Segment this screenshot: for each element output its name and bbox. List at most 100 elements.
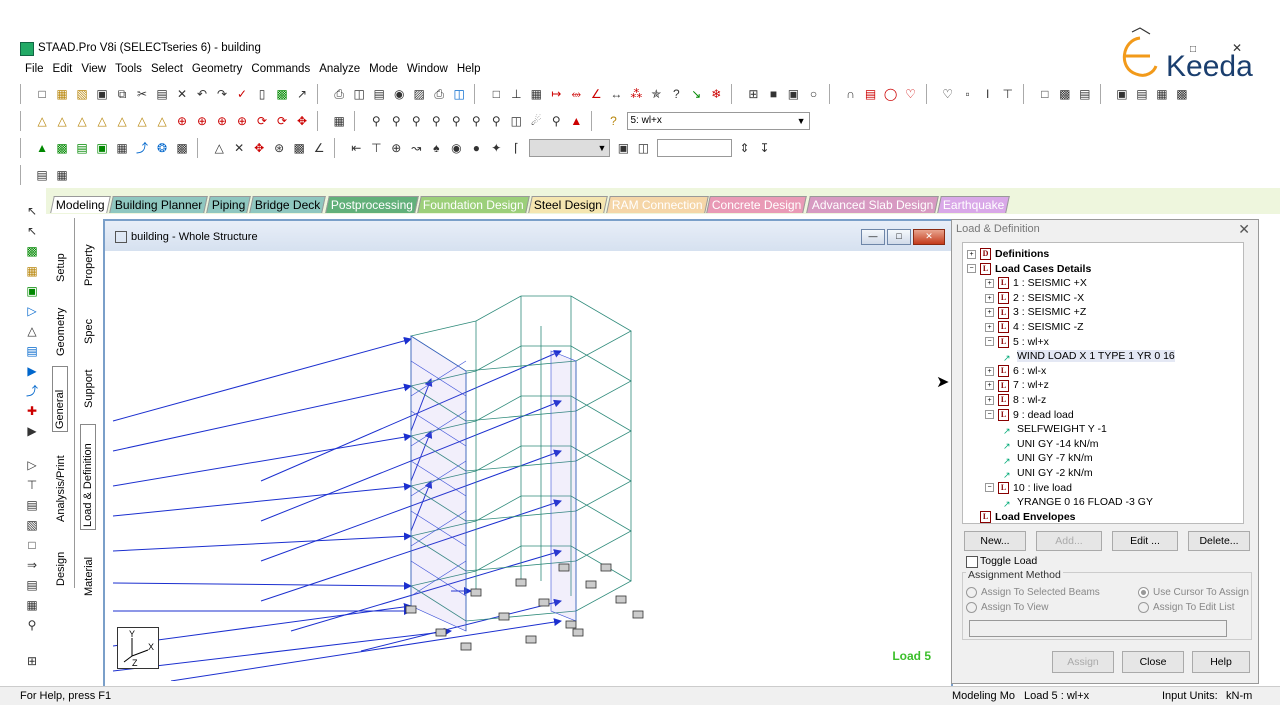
toolbar-grip[interactable] [1099, 84, 1105, 104]
toolbar-grip[interactable] [20, 138, 25, 158]
view-back-icon[interactable]: △ [54, 113, 70, 129]
mode-tab-postprocessing[interactable]: Postprocessing [325, 196, 419, 213]
print-icon[interactable]: ⎙ [331, 86, 347, 102]
printer2-icon[interactable]: ⎙ [431, 86, 447, 102]
window-icon[interactable]: □ [1037, 86, 1053, 102]
expand-icon[interactable]: + [967, 249, 976, 259]
tool-m-icon[interactable]: ▧ [23, 516, 41, 534]
label-icon[interactable]: ⁂ [628, 86, 644, 102]
tab-spec[interactable]: Spec [83, 304, 95, 344]
translational-repeat-icon[interactable]: ⤴ [134, 140, 150, 156]
tool-f-icon[interactable]: ◉ [448, 140, 464, 156]
ring-icon[interactable]: ◯ [883, 86, 899, 102]
mode-tab-ram-connection[interactable]: RAM Connection [605, 196, 709, 213]
menu-window[interactable]: Window [402, 60, 452, 78]
label-2-icon[interactable]: ❄ [708, 86, 724, 102]
tree-node[interactable]: L Load Envelopes [967, 510, 1076, 524]
toolbar-grip[interactable] [354, 111, 360, 131]
query-box-icon[interactable]: ◫ [635, 140, 651, 156]
zoom-prev-icon[interactable]: ⚲ [448, 113, 464, 129]
toolbar-grip[interactable] [317, 111, 323, 131]
undo-icon[interactable]: ↶ [194, 86, 210, 102]
tool-r-icon[interactable]: ⚲ [23, 616, 41, 634]
ibeam-icon[interactable]: I [980, 86, 996, 102]
solids-cursor-icon[interactable]: ▷ [23, 302, 41, 320]
heart-icon[interactable]: ♡ [903, 86, 919, 102]
view-bottom-icon[interactable]: △ [134, 113, 150, 129]
radio-assign-view[interactable]: Assign To View [966, 602, 1048, 613]
save-icon[interactable]: ▣ [94, 86, 110, 102]
mode-tab-bridge-deck[interactable]: Bridge Deck [249, 196, 327, 213]
toolbar-grip[interactable] [828, 84, 834, 104]
dims-icon[interactable]: ⊥ [508, 86, 524, 102]
fit-icon[interactable]: ▫ [960, 86, 976, 102]
geometry-cursor-icon[interactable]: ▤ [23, 342, 41, 360]
panel-close-icon[interactable]: ✕ [1238, 221, 1250, 238]
minimize-icon[interactable]: — [861, 229, 885, 245]
tree-node[interactable]: + L 3 : SEISMIC +Z [985, 305, 1086, 319]
toolbar-grip[interactable] [474, 84, 480, 104]
view-front-icon[interactable]: △ [34, 113, 50, 129]
refresh-icon[interactable]: ▣ [615, 140, 631, 156]
spin-icon[interactable]: ⇕ [737, 140, 753, 156]
toolbar-grip[interactable] [731, 84, 737, 104]
toolbar-grip[interactable] [334, 138, 340, 158]
beams-cursor-icon[interactable]: ▦ [23, 262, 41, 280]
tool-q-icon[interactable]: ▦ [23, 596, 41, 614]
tab-analysis-print[interactable]: Analysis/Print [55, 442, 67, 522]
load-cursor-icon[interactable]: ⤴ [23, 382, 41, 400]
angle-icon[interactable]: ∠ [588, 86, 604, 102]
zoom-all-icon[interactable]: ⚲ [468, 113, 484, 129]
structure-icon[interactable]: ⊞ [745, 86, 761, 102]
circular-repeat-icon[interactable]: ❂ [154, 140, 170, 156]
view-top-icon[interactable]: △ [114, 113, 130, 129]
new-view-icon[interactable]: ☄ [528, 113, 544, 129]
mode-tab-building-planner[interactable]: Building Planner [108, 196, 208, 213]
plates-cursor-icon[interactable]: ▣ [23, 282, 41, 300]
rotate-left-icon[interactable]: ⊕ [214, 113, 230, 129]
scissor-icon[interactable]: ✕ [231, 140, 247, 156]
edit-list-field[interactable] [969, 620, 1227, 637]
restore-view-icon[interactable]: ▤ [1134, 86, 1150, 102]
tool-i-icon[interactable]: ⌈ [508, 140, 524, 156]
tree-node[interactable]: + L 2 : SEISMIC -X [985, 291, 1084, 305]
windows-icon[interactable]: ▩ [1057, 86, 1073, 102]
delete-load-button[interactable]: Delete... [1188, 531, 1250, 551]
tab-setup[interactable]: Setup [55, 232, 67, 282]
view-right-icon[interactable]: △ [94, 113, 110, 129]
measure-icon[interactable]: ↦ [548, 86, 564, 102]
open-icon[interactable]: ▦ [54, 86, 70, 102]
snap-node-icon[interactable]: ▲ [34, 140, 50, 156]
expand-icon[interactable]: + [985, 308, 994, 318]
collapse-icon[interactable]: − [985, 410, 994, 420]
radio-assign-edit-list[interactable]: Assign To Edit List [1138, 602, 1235, 613]
arrow-icon[interactable]: ↗ [294, 86, 310, 102]
tab-design[interactable]: Design [55, 536, 67, 586]
rotate-down-icon[interactable]: ⊕ [194, 113, 210, 129]
select-cursor-icon[interactable]: ↖ [23, 202, 41, 220]
toggle-load-checkbox[interactable] [966, 556, 978, 568]
menu-mode[interactable]: Mode [364, 60, 402, 78]
tool-b-icon[interactable]: ⊤ [368, 140, 384, 156]
support-cursor-icon[interactable]: ✚ [23, 402, 41, 420]
report-setup-icon[interactable]: ◫ [451, 86, 467, 102]
beam-icon[interactable]: ▤ [863, 86, 879, 102]
mode-tab-steel-design[interactable]: Steel Design [527, 196, 608, 213]
radio-assign-selected-beams[interactable]: Assign To Selected Beams [966, 587, 1100, 598]
close-button[interactable]: Close [1122, 651, 1184, 673]
copy-icon[interactable]: ⧉ [114, 86, 130, 102]
cup-icon[interactable]: ♡ [940, 86, 956, 102]
menu-help[interactable]: Help [452, 60, 485, 78]
menu-commands[interactable]: Commands [246, 60, 314, 78]
tree-node[interactable]: − L 10 : live load [985, 481, 1072, 495]
folder-icon[interactable]: ▧ [74, 86, 90, 102]
tab-material[interactable]: Material [83, 546, 95, 596]
menu-geometry[interactable]: Geometry [187, 60, 247, 78]
menu-tools[interactable]: Tools [110, 60, 146, 78]
assign-button[interactable]: Assign [1052, 651, 1114, 673]
spin-left-icon[interactable]: ⟳ [254, 113, 270, 129]
tool-p-icon[interactable]: ▤ [23, 576, 41, 594]
toolbar-grip[interactable] [20, 165, 25, 185]
picture-icon[interactable]: ▨ [411, 86, 427, 102]
render-shape-icon[interactable]: ▲ [568, 113, 584, 129]
